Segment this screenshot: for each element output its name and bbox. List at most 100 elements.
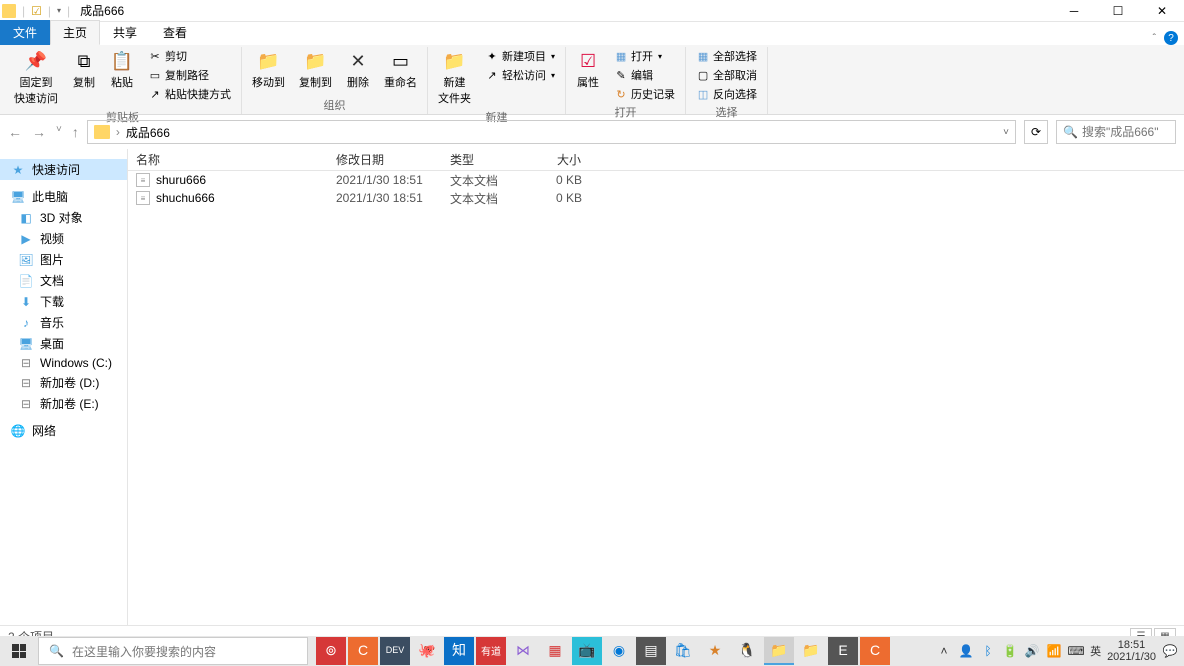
dropdown-icon[interactable]: ▾: [57, 6, 61, 15]
new-item-button[interactable]: ✦新建项目▾: [481, 47, 559, 65]
copy-to-button[interactable]: 📁复制到: [295, 47, 336, 92]
app-icon[interactable]: 🐙: [412, 637, 442, 665]
sidebar: ★快速访问 🖥此电脑 ◧3D 对象 ▶视频 🖼图片 📄文档 ⬇下载 ♪音乐 🖥桌…: [0, 149, 128, 625]
properties-icon: ☑: [576, 49, 600, 73]
chevron-down-icon[interactable]: ˅: [1003, 127, 1009, 138]
battery-icon[interactable]: 🔋: [1002, 643, 1018, 659]
app-icon[interactable]: ▦: [540, 637, 570, 665]
app-icon[interactable]: 知: [444, 637, 474, 665]
maximize-button[interactable]: ☐: [1096, 0, 1140, 22]
taskbar: 🔍 在这里输入你要搜索的内容 ⊚ C DEV 🐙 知 有道 ⋈ ▦ 📺 ◉ ▤ …: [0, 636, 1184, 666]
group-clipboard: 📌固定到 快速访问 ⧉复制 📋粘贴 ✂剪切 ▭复制路径 ↗粘贴快捷方式 剪贴板: [4, 47, 242, 114]
app-icon[interactable]: 🐧: [732, 637, 762, 665]
volume-icon[interactable]: 🔊: [1024, 643, 1040, 659]
sidebar-network[interactable]: 🌐网络: [0, 420, 127, 441]
people-icon[interactable]: 👤: [958, 643, 974, 659]
app-icon[interactable]: C: [348, 637, 378, 665]
clock[interactable]: 18:51 2021/1/30: [1107, 639, 1156, 663]
taskbar-search[interactable]: 🔍 在这里输入你要搜索的内容: [38, 637, 308, 665]
address-box[interactable]: › 成品666 ˅: [87, 120, 1016, 144]
tab-home[interactable]: 主页: [50, 20, 100, 45]
sidebar-item[interactable]: ⬇下载: [0, 291, 127, 312]
app-icon[interactable]: 🛍: [668, 637, 698, 665]
app-icon[interactable]: DEV: [380, 637, 410, 665]
help-icon[interactable]: ?: [1164, 31, 1178, 45]
wifi-icon[interactable]: 📶: [1046, 643, 1062, 659]
app-icon[interactable]: ⊚: [316, 637, 346, 665]
properties-button[interactable]: ☑属性: [572, 47, 604, 92]
sidebar-item[interactable]: ⊟新加卷 (E:): [0, 393, 127, 414]
open-button[interactable]: ▦打开▾: [610, 47, 679, 65]
back-button[interactable]: ←: [8, 124, 22, 140]
col-type[interactable]: 类型: [442, 151, 532, 168]
col-name[interactable]: 名称: [128, 151, 328, 168]
title-bar: | ☑ | ▾ | 成品666 ─ ☐ ✕: [0, 0, 1184, 22]
refresh-button[interactable]: ⟳: [1024, 120, 1048, 144]
sidebar-item[interactable]: 🖼图片: [0, 249, 127, 270]
app-icon[interactable]: 有道: [476, 637, 506, 665]
tray-overflow-icon[interactable]: ˄: [936, 643, 952, 659]
file-row[interactable]: ≡shuchu6662021/1/30 18:51文本文档0 KB: [128, 189, 1184, 207]
copy-path-button[interactable]: ▭复制路径: [144, 66, 235, 84]
select-none-button[interactable]: ▢全部取消: [692, 66, 761, 84]
col-date[interactable]: 修改日期: [328, 151, 442, 168]
search-box[interactable]: 🔍: [1056, 120, 1176, 144]
new-folder-button[interactable]: 📁新建 文件夹: [434, 47, 475, 108]
ime-indicator[interactable]: 英: [1090, 643, 1101, 659]
col-size[interactable]: 大小: [532, 151, 590, 168]
notifications-icon[interactable]: 💬: [1162, 643, 1178, 659]
start-button[interactable]: [0, 636, 38, 666]
app-icon[interactable]: 📺: [572, 637, 602, 665]
copy-button[interactable]: ⧉复制: [68, 47, 100, 92]
pin-button[interactable]: 📌固定到 快速访问: [10, 47, 62, 108]
app-icon[interactable]: E: [828, 637, 858, 665]
tab-share[interactable]: 共享: [100, 20, 150, 45]
app-icon[interactable]: ◉: [604, 637, 634, 665]
rename-button[interactable]: ▭重命名: [380, 47, 421, 92]
up-button[interactable]: ↑: [72, 124, 79, 140]
recent-button[interactable]: ˅: [56, 124, 62, 140]
keyboard-icon[interactable]: ⌨: [1068, 643, 1084, 659]
cut-button[interactable]: ✂剪切: [144, 47, 235, 65]
sidebar-item[interactable]: 🖥桌面: [0, 333, 127, 354]
tab-file[interactable]: 文件: [0, 20, 50, 45]
app-icon[interactable]: C: [860, 637, 890, 665]
paste-button[interactable]: 📋粘贴: [106, 47, 138, 92]
sidebar-this-pc[interactable]: 🖥此电脑: [0, 186, 127, 207]
paste-shortcut-button[interactable]: ↗粘贴快捷方式: [144, 85, 235, 103]
delete-button[interactable]: ✕删除: [342, 47, 374, 92]
breadcrumb-current[interactable]: 成品666: [126, 124, 170, 141]
easy-access-button[interactable]: ↗轻松访问▾: [481, 66, 559, 84]
minimize-button[interactable]: ─: [1052, 0, 1096, 22]
sidebar-quick-access[interactable]: ★快速访问: [0, 159, 127, 180]
sidebar-item[interactable]: ▶视频: [0, 228, 127, 249]
collapse-ribbon-icon[interactable]: ˆ: [1153, 33, 1156, 44]
checkbox-icon[interactable]: ☑: [31, 4, 42, 18]
app-explorer[interactable]: 📁: [764, 637, 794, 665]
music-icon: ♪: [18, 316, 34, 330]
app-icon[interactable]: ⋈: [508, 637, 538, 665]
delete-icon: ✕: [346, 49, 370, 73]
app-icon[interactable]: ★: [700, 637, 730, 665]
sidebar-item[interactable]: ⊟Windows (C:): [0, 354, 127, 372]
tab-view[interactable]: 查看: [150, 20, 200, 45]
group-label: 组织: [324, 96, 346, 114]
move-to-button[interactable]: 📁移动到: [248, 47, 289, 92]
edit-button[interactable]: ✎编辑: [610, 66, 679, 84]
sidebar-item[interactable]: ◧3D 对象: [0, 207, 127, 228]
sidebar-item[interactable]: ♪音乐: [0, 312, 127, 333]
separator: |: [67, 4, 70, 18]
select-all-button[interactable]: ▦全部选择: [692, 47, 761, 65]
app-icon[interactable]: 📁: [796, 637, 826, 665]
sidebar-item[interactable]: 📄文档: [0, 270, 127, 291]
bluetooth-icon[interactable]: ᛒ: [980, 643, 996, 659]
sidebar-item[interactable]: ⊟新加卷 (D:): [0, 372, 127, 393]
app-icon[interactable]: ▤: [636, 637, 666, 665]
history-button[interactable]: ↻历史记录: [610, 85, 679, 103]
search-input[interactable]: [1082, 125, 1172, 139]
window-title: 成品666: [80, 2, 124, 19]
file-row[interactable]: ≡shuru6662021/1/30 18:51文本文档0 KB: [128, 171, 1184, 189]
close-button[interactable]: ✕: [1140, 0, 1184, 22]
invert-select-button[interactable]: ◫反向选择: [692, 85, 761, 103]
forward-button[interactable]: →: [32, 124, 46, 140]
